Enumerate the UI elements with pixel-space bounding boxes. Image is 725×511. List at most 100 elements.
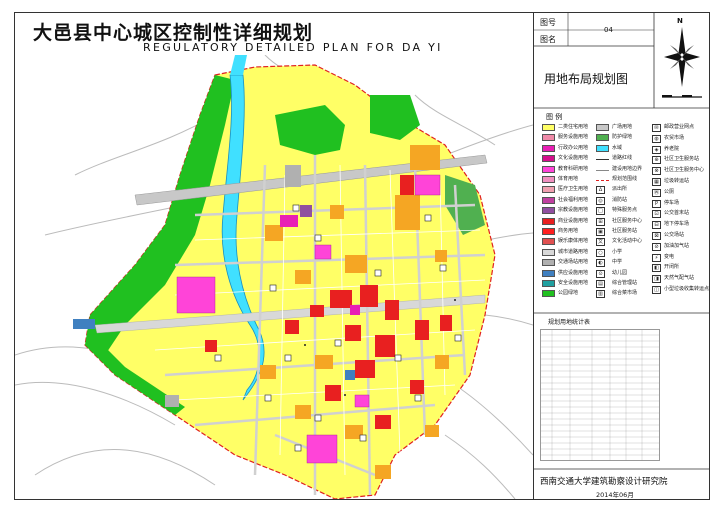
legend-facility-item: ⊡ 公交首末站 [652, 209, 708, 219]
legend-label: 二类住宅用地 [558, 124, 589, 130]
legend-swatch [596, 144, 609, 152]
legend-facility-item: ◧ 开闭所 [652, 263, 708, 273]
legend-label: 道路红线 [612, 155, 633, 162]
legend-label: 供应设施用地 [558, 269, 589, 276]
drawing-no-value: 04 [604, 26, 613, 34]
legend-facility-item: ▦ 垃圾转运站 [652, 177, 708, 187]
legend-label: 特殊服务点 [612, 207, 638, 214]
legend-facility-item: ⊟ 地下停车场 [652, 220, 708, 230]
legend-title: 图 例 [546, 113, 563, 121]
legend-label: 开闭所 [664, 264, 680, 271]
north-arrow-icon [662, 27, 702, 98]
legend-symbol-icon: ◎ [596, 196, 605, 205]
legend-swatch [542, 165, 555, 173]
legend-symbol-icon: ⊞ [596, 217, 605, 226]
legend-swatch [542, 280, 555, 287]
legend-symbol-icon: ▦ [652, 178, 661, 186]
legend-facility-item: ◈ 养老院 [652, 145, 708, 155]
legend-facility-item: ⊗ 社区卫生服务中心 [652, 166, 708, 176]
religious-block [300, 205, 312, 217]
legend-symbol-icon: Ⓦ [652, 188, 661, 197]
legend-label: 水域 [612, 144, 623, 151]
plan-date: 2014年06月 [596, 491, 634, 499]
legend-label: 文化设施用地 [558, 155, 589, 162]
legend-facility-item: Ⓦ 公厕 [652, 188, 708, 198]
legend-label: 社区卫生服务中心 [664, 167, 705, 174]
legend-symbol-icon: 文 [596, 238, 605, 247]
legend-facility-item: P 停车场 [652, 199, 708, 209]
legend-label: 行政办公用地 [558, 144, 589, 151]
legend-swatch [542, 269, 555, 277]
plan-title-en: Regulatory Detailed Plan for Da Yi [143, 41, 443, 54]
legend-swatch [542, 290, 555, 298]
legend-symbol-icon: ○ [596, 248, 605, 257]
legend-label: 广场用地 [612, 124, 633, 130]
legend-swatch [542, 144, 555, 152]
legend-label: 服务设施用地 [558, 134, 589, 141]
transport-block [165, 395, 179, 407]
legend-symbol-icon: ⊙ [596, 269, 605, 278]
legend-label: 天然气配气站 [664, 275, 695, 282]
legend-symbol-icon: ⊘ [652, 242, 661, 251]
legend-label: 文化活动中心 [612, 238, 643, 245]
legend-swatch [596, 134, 609, 142]
legend-label: 社区卫生服务站 [664, 156, 700, 163]
legend-label: 农贸市场 [664, 134, 685, 141]
land-use-map[interactable] [15, 55, 533, 499]
compass-rose: N [658, 17, 706, 105]
legend-swatch [542, 124, 555, 131]
legend-label: 防护绿地 [612, 134, 633, 141]
legend-line-icon [596, 159, 609, 161]
legend-swatch [542, 238, 555, 246]
legend-label: 养老院 [664, 145, 680, 152]
legend-label: 小学 [612, 248, 623, 255]
legend-label: 商业设施用地 [558, 217, 589, 224]
legend-symbol-icon: ⊠ [652, 232, 661, 240]
utility-block [73, 319, 95, 329]
legend-symbol-icon: ⊗ [652, 167, 661, 176]
legend-label: 商务用地 [558, 228, 579, 234]
legend-swatch [542, 196, 555, 204]
legend-label: 社会福利用地 [558, 196, 589, 203]
legend-symbol-icon: ✉ [652, 124, 661, 132]
legend-label: 体育用地 [558, 176, 579, 182]
legend-label: 医疗卫生用地 [558, 186, 589, 193]
table-title: 规划用地统计表 [548, 319, 591, 326]
legend-label: 加油加气站 [664, 242, 690, 249]
legend-label: 娱乐康体用地 [558, 238, 589, 245]
legend-swatch [542, 248, 555, 256]
legend-label: 综合菜市场 [612, 290, 638, 297]
legend-label: 消防站 [612, 196, 628, 203]
legend-symbol-icon: ∆ [596, 186, 605, 195]
legend-symbol-icon: ◧ [652, 264, 661, 273]
legend-label: 城市道路用地 [558, 248, 589, 255]
legend-facility-item: ✉ 邮政营业网点 [652, 123, 708, 133]
legend-facility-item: ⊠ 公交场站 [652, 231, 708, 241]
legend-swatch [542, 259, 555, 267]
legend-symbol-icon: ▤ [596, 280, 605, 288]
legend-label: 中学 [612, 259, 623, 266]
design-institute: 西南交通大学建筑勘察设计研究院 [540, 477, 668, 487]
utility-block-2 [345, 370, 355, 380]
legend-symbol-icon: ◐ [596, 259, 605, 268]
right-panel: 图号 图名 04 用地布局规划图 N 图 例 二类住宅用地 服务设施用地 行政办公 [533, 13, 710, 499]
legend-line-icon [596, 180, 609, 181]
legend-symbol-icon: ◫ [652, 286, 661, 294]
drawing-name-label: 图名 [540, 35, 556, 44]
legend-symbol-icon: ◨ [652, 275, 661, 284]
legend-label: 规划范围线 [612, 176, 638, 182]
legend-symbol-icon: ⚡ [652, 253, 661, 262]
legend-line-icon [596, 169, 609, 171]
legend-label: 停车场 [664, 199, 680, 206]
legend-symbol-icon: ⊟ [652, 221, 661, 230]
plan-sheet: 大邑县中心城区控制性详细规划 Regulatory Detailed Plan … [0, 0, 725, 511]
legend-swatch [542, 176, 555, 183]
map-canvas [15, 55, 533, 499]
legend-label: 社区服务中心 [612, 217, 643, 224]
legend-facility-item: ⊕ 社区卫生服务站 [652, 155, 708, 165]
legend-swatch [596, 124, 609, 131]
legend-label: 建设用地边界 [612, 165, 643, 172]
legend-symbol-icon: ◈ [652, 145, 661, 154]
legend-symbol-icon: ⊡ [652, 210, 661, 219]
legend-symbol-icon: P [652, 199, 661, 208]
